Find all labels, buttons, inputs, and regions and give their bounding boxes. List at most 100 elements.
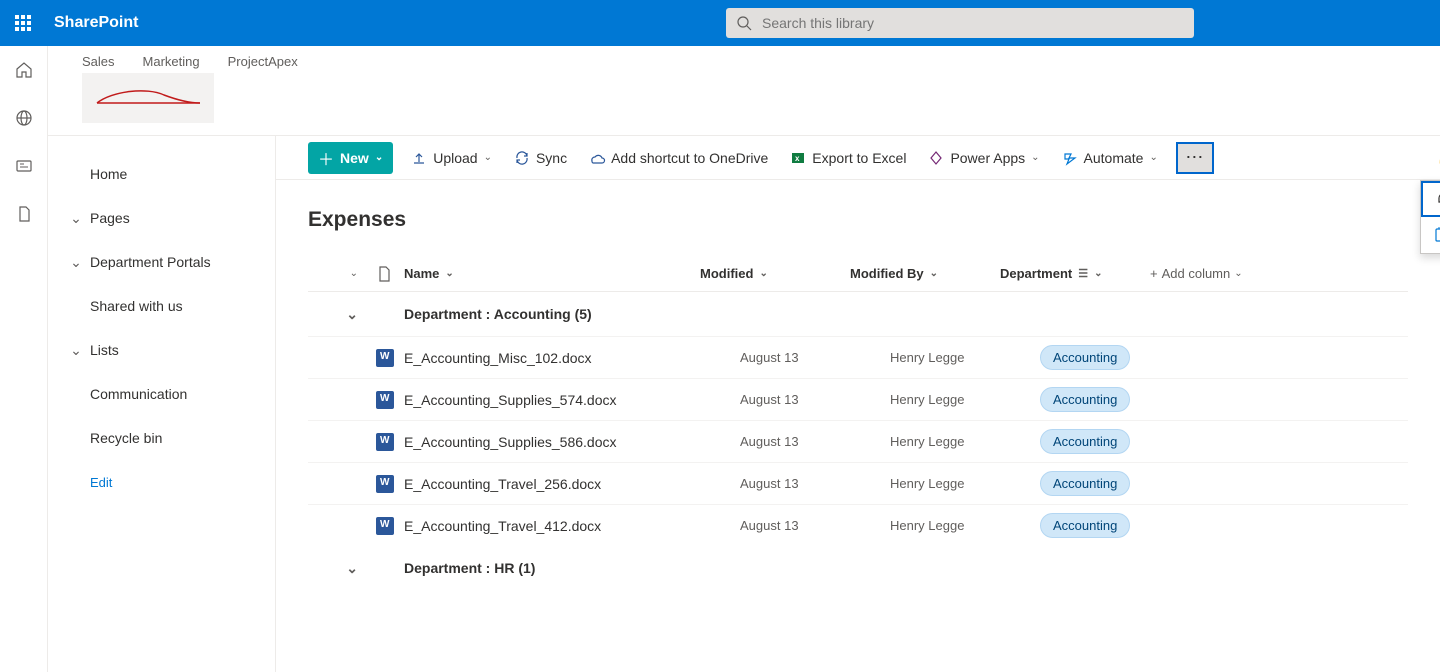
chevron-down-icon: ⌄ xyxy=(759,268,767,279)
powerapps-icon xyxy=(928,150,944,166)
nav-shared-with-us[interactable]: Shared with us xyxy=(48,284,275,328)
upload-button[interactable]: Upload ⌄ xyxy=(407,142,496,174)
column-header-name[interactable]: Name⌄ xyxy=(404,266,700,281)
add-shortcut-button[interactable]: Add shortcut to OneDrive xyxy=(585,142,772,174)
select-all-toggle[interactable]: ⌄ xyxy=(308,268,364,279)
chevron-down-icon: ⌄ xyxy=(1094,268,1102,279)
table-row[interactable]: E_Accounting_Supplies_586.docxAugust 13H… xyxy=(308,420,1408,462)
bell-icon xyxy=(1435,191,1440,207)
hub-link-projectapex[interactable]: ProjectApex xyxy=(228,54,298,69)
command-bar: ＋ New ⌄ Upload ⌄ Sync A xyxy=(276,136,1440,180)
group-header[interactable]: ⌄ Department : HR (1) xyxy=(308,546,1408,590)
modified-date: August 13 xyxy=(740,434,890,449)
nav-edit-link[interactable]: Edit xyxy=(48,460,275,504)
menu-alert-me[interactable]: Alert me xyxy=(1421,181,1440,217)
word-doc-icon xyxy=(376,391,394,409)
plus-icon: + xyxy=(1150,266,1158,281)
group-label: Department : Accounting (5) xyxy=(364,306,592,322)
group-header[interactable]: ⌄ Department : Accounting (5) xyxy=(308,292,1408,336)
file-icon-cell xyxy=(308,517,404,535)
modified-by[interactable]: Henry Legge xyxy=(890,434,1040,449)
file-name[interactable]: E_Accounting_Misc_102.docx xyxy=(404,350,740,366)
nav-department-portals[interactable]: ⌄Department Portals xyxy=(48,240,275,284)
export-excel-button[interactable]: x Export to Excel xyxy=(786,142,910,174)
globe-icon[interactable] xyxy=(14,108,34,128)
library-pane: ＋ New ⌄ Upload ⌄ Sync A xyxy=(276,136,1440,672)
hub-link-sales[interactable]: Sales xyxy=(82,54,115,69)
column-header-modified[interactable]: Modified⌄ xyxy=(700,266,850,281)
chevron-down-icon: ⌄ xyxy=(346,560,358,577)
table-row[interactable]: E_Accounting_Supplies_574.docxAugust 13H… xyxy=(308,378,1408,420)
onedrive-icon xyxy=(589,150,605,166)
group-label: Department : HR (1) xyxy=(364,560,535,576)
sync-button[interactable]: Sync xyxy=(510,142,571,174)
ellipsis-icon: ⋯ xyxy=(1185,147,1204,168)
waffle-icon xyxy=(15,15,31,31)
site-logo[interactable] xyxy=(82,73,214,123)
search-box[interactable] xyxy=(726,8,1194,38)
chevron-down-icon: ⌄ xyxy=(930,268,938,279)
column-header-department[interactable]: Department ☰ ⌄ xyxy=(1000,266,1150,281)
news-icon[interactable] xyxy=(14,156,34,176)
new-button[interactable]: ＋ New ⌄ xyxy=(308,142,393,174)
files-icon[interactable] xyxy=(14,204,34,224)
modified-by[interactable]: Henry Legge xyxy=(890,392,1040,407)
sync-icon xyxy=(514,150,530,166)
chevron-down-icon: ⌄ xyxy=(1031,152,1039,163)
modified-by[interactable]: Henry Legge xyxy=(890,518,1040,533)
hub-link-marketing[interactable]: Marketing xyxy=(143,54,200,69)
department-cell: Accounting xyxy=(1040,429,1130,454)
modified-by[interactable]: Henry Legge xyxy=(890,350,1040,365)
modified-by[interactable]: Henry Legge xyxy=(890,476,1040,491)
manage-alerts-icon xyxy=(1433,227,1440,243)
department-pill: Accounting xyxy=(1040,471,1130,496)
filetype-column-icon xyxy=(364,266,404,282)
department-cell: Accounting xyxy=(1040,387,1130,412)
chevron-down-icon: ⌄ xyxy=(346,306,358,323)
add-column-button[interactable]: +Add column⌄ xyxy=(1150,266,1290,281)
upload-icon xyxy=(411,150,427,166)
automate-button[interactable]: Automate ⌄ xyxy=(1058,142,1162,174)
hub-nav: Sales Marketing ProjectApex xyxy=(82,54,1406,69)
nav-lists[interactable]: ⌄Lists xyxy=(48,328,275,372)
table-row[interactable]: E_Accounting_Travel_256.docxAugust 13Hen… xyxy=(308,462,1408,504)
chevron-down-icon: ⌄ xyxy=(375,152,383,163)
file-icon-cell xyxy=(308,433,404,451)
power-apps-button[interactable]: Power Apps ⌄ xyxy=(924,142,1043,174)
menu-manage-my-alerts[interactable]: Manage my alerts xyxy=(1421,217,1440,253)
nav-pages[interactable]: ⌄Pages xyxy=(48,196,275,240)
chevron-down-icon: ⌄ xyxy=(350,268,358,279)
nav-communication[interactable]: Communication xyxy=(48,372,275,416)
modified-date: August 13 xyxy=(740,518,890,533)
app-rail xyxy=(0,46,48,672)
app-name[interactable]: SharePoint xyxy=(46,14,138,32)
department-cell: Accounting xyxy=(1040,345,1130,370)
column-header-modified-by[interactable]: Modified By⌄ xyxy=(850,266,1000,281)
department-pill: Accounting xyxy=(1040,513,1130,538)
chevron-down-icon: ⌄ xyxy=(70,254,82,271)
file-name[interactable]: E_Accounting_Travel_256.docx xyxy=(404,476,740,492)
more-actions-menu: Alert me Manage my alerts xyxy=(1420,180,1440,254)
car-logo-icon xyxy=(92,89,204,107)
more-actions-button[interactable]: ⋯ xyxy=(1176,142,1214,174)
app-launcher-button[interactable] xyxy=(0,0,46,46)
search-input[interactable] xyxy=(762,15,1184,31)
department-cell: Accounting xyxy=(1040,471,1130,496)
plus-icon: ＋ xyxy=(318,146,334,170)
home-icon[interactable] xyxy=(14,60,34,80)
group-icon: ☰ xyxy=(1078,267,1088,280)
file-name[interactable]: E_Accounting_Travel_412.docx xyxy=(404,518,740,534)
file-icon-cell xyxy=(308,475,404,493)
table-row[interactable]: E_Accounting_Travel_412.docxAugust 13Hen… xyxy=(308,504,1408,546)
site-header: Sales Marketing ProjectApex xyxy=(48,46,1440,136)
svg-text:x: x xyxy=(795,154,800,163)
chevron-down-icon: ⌄ xyxy=(1234,268,1242,279)
chevron-down-icon: ⌄ xyxy=(70,342,82,359)
modified-date: August 13 xyxy=(740,392,890,407)
nav-recycle-bin[interactable]: Recycle bin xyxy=(48,416,275,460)
nav-home[interactable]: Home xyxy=(48,152,275,196)
file-name[interactable]: E_Accounting_Supplies_574.docx xyxy=(404,392,740,408)
table-row[interactable]: E_Accounting_Misc_102.docxAugust 13Henry… xyxy=(308,336,1408,378)
file-name[interactable]: E_Accounting_Supplies_586.docx xyxy=(404,434,740,450)
department-pill: Accounting xyxy=(1040,429,1130,454)
